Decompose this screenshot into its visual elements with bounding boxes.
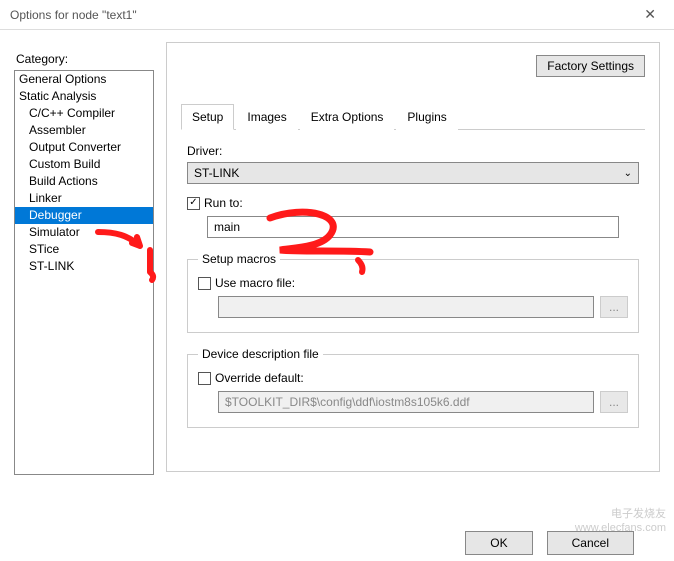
run-to-input[interactable]: main [207, 216, 619, 238]
use-macro-label: Use macro file: [215, 276, 295, 290]
category-item-output-converter[interactable]: Output Converter [15, 139, 153, 156]
ok-button[interactable]: OK [465, 531, 532, 555]
category-item-debugger[interactable]: Debugger [15, 207, 153, 224]
category-item-c-c-compiler[interactable]: C/C++ Compiler [15, 105, 153, 122]
ddf-file-input: $TOOLKIT_DIR$\config\ddf\iostm8s105k6.dd… [218, 391, 594, 413]
tab-extra-options[interactable]: Extra Options [300, 104, 395, 130]
window-title: Options for node "text1" [10, 8, 137, 22]
category-item-linker[interactable]: Linker [15, 190, 153, 207]
category-list[interactable]: General OptionsStatic AnalysisC/C++ Comp… [14, 70, 154, 475]
ddf-browse-button[interactable]: ... [600, 391, 628, 413]
tab-setup[interactable]: Setup [181, 104, 234, 130]
watermark-line1: 电子发烧友 [575, 507, 666, 521]
override-label: Override default: [215, 371, 304, 385]
run-to-label: Run to: [204, 196, 243, 210]
options-panel: Factory Settings SetupImagesExtra Option… [166, 42, 660, 472]
category-column: Category: General OptionsStatic Analysis… [14, 42, 154, 475]
override-checkbox[interactable] [198, 372, 211, 385]
category-item-build-actions[interactable]: Build Actions [15, 173, 153, 190]
run-to-checkbox[interactable]: ✓ [187, 197, 200, 210]
tab-images[interactable]: Images [236, 104, 297, 130]
category-item-assembler[interactable]: Assembler [15, 122, 153, 139]
content-area: Category: General OptionsStatic Analysis… [0, 30, 674, 475]
use-macro-checkbox[interactable] [198, 277, 211, 290]
watermark-line2: www.elecfans.com [575, 521, 666, 535]
ddf-legend: Device description file [198, 347, 323, 361]
driver-select[interactable]: ST-LINK ⌄ [187, 162, 639, 184]
watermark: 电子发烧友 www.elecfans.com [575, 507, 666, 535]
category-item-stice[interactable]: STice [15, 241, 153, 258]
tab-body-setup: Driver: ST-LINK ⌄ ✓ Run to: main Setup m… [181, 130, 645, 434]
tabs-bar: SetupImagesExtra OptionsPlugins [181, 103, 645, 130]
macro-browse-button[interactable]: ... [600, 296, 628, 318]
close-icon[interactable]: ✕ [636, 2, 664, 27]
factory-settings-button[interactable]: Factory Settings [536, 55, 645, 77]
driver-value: ST-LINK [194, 166, 239, 180]
category-label: Category: [16, 52, 154, 66]
setup-macros-legend: Setup macros [198, 252, 280, 266]
category-item-simulator[interactable]: Simulator [15, 224, 153, 241]
titlebar: Options for node "text1" ✕ [0, 0, 674, 30]
ddf-group: Device description file Override default… [187, 347, 639, 428]
category-item-st-link[interactable]: ST-LINK [15, 258, 153, 275]
override-row: Override default: [198, 371, 628, 385]
setup-macros-group: Setup macros Use macro file: ... [187, 252, 639, 333]
chevron-down-icon: ⌄ [624, 168, 632, 179]
category-item-static-analysis[interactable]: Static Analysis [15, 88, 153, 105]
driver-label: Driver: [187, 144, 639, 158]
macro-file-row: ... [218, 296, 628, 318]
tab-plugins[interactable]: Plugins [396, 104, 457, 130]
ddf-file-row: $TOOLKIT_DIR$\config\ddf\iostm8s105k6.dd… [218, 391, 628, 413]
use-macro-row: Use macro file: [198, 276, 628, 290]
category-item-custom-build[interactable]: Custom Build [15, 156, 153, 173]
category-item-general-options[interactable]: General Options [15, 71, 153, 88]
run-to-row: ✓ Run to: [187, 196, 639, 210]
macro-file-input [218, 296, 594, 318]
